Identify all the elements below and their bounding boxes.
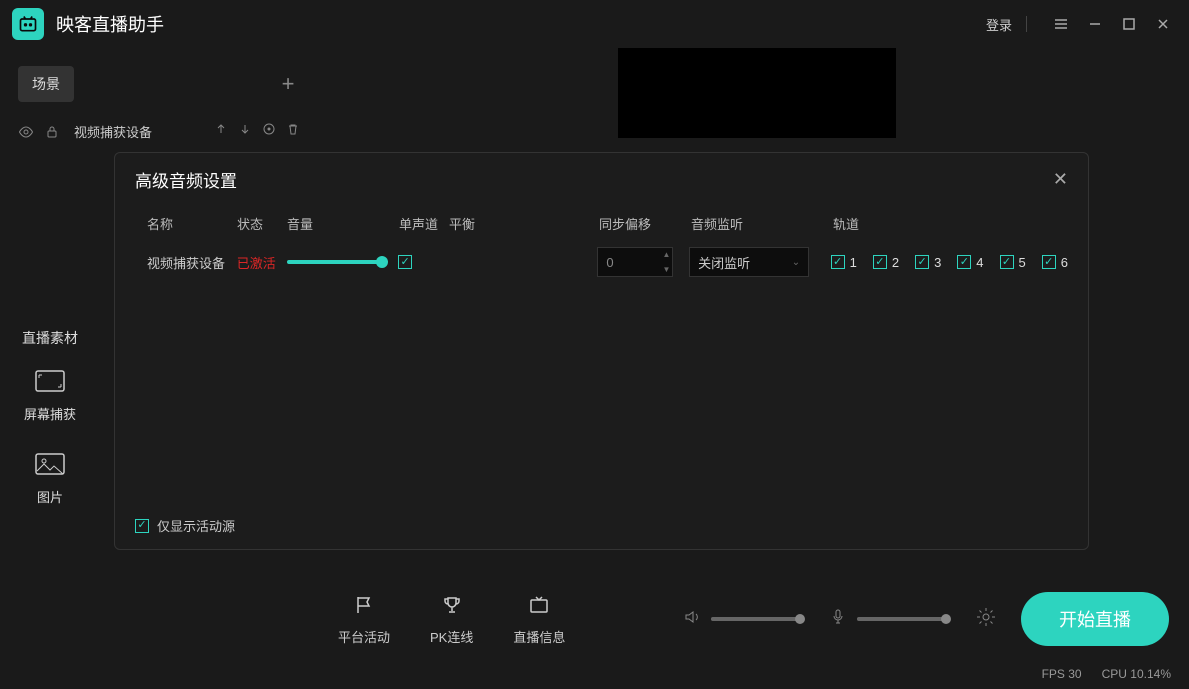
dialog-title: 高级音频设置 — [135, 167, 237, 192]
advanced-audio-dialog: 高级音频设置 ✕ 名称 状态 音量 单声道 平衡 同步偏移 音频监听 轨道 视频… — [114, 152, 1089, 550]
cpu-display: CPU 10.14% — [1102, 667, 1171, 681]
status-bar: FPS 30 CPU 10.14% — [0, 659, 1189, 689]
col-track: 轨道 — [833, 214, 859, 233]
maximize-button[interactable] — [1115, 10, 1143, 38]
bottom-toolbar: 平台活动 PK连线 直播信息 开始直播 — [318, 579, 1189, 659]
start-stream-button[interactable]: 开始直播 — [1021, 592, 1169, 646]
track-2-checkbox[interactable] — [873, 255, 887, 269]
scene-badge[interactable]: 场景 — [18, 66, 74, 102]
mic-volume[interactable] — [829, 608, 947, 631]
col-status: 状态 — [237, 214, 287, 233]
trophy-icon — [441, 593, 463, 617]
minimize-button[interactable] — [1081, 10, 1109, 38]
mic-icon — [829, 608, 847, 631]
col-name: 名称 — [147, 214, 237, 233]
source-name: 视频捕获设备 — [74, 122, 204, 141]
monitor-select[interactable]: 关闭监听 ⌄ — [689, 247, 809, 277]
move-up-icon[interactable] — [214, 122, 228, 141]
move-down-icon[interactable] — [238, 122, 252, 141]
mono-checkbox[interactable] — [398, 255, 412, 269]
dialog-columns: 名称 状态 音量 单声道 平衡 同步偏移 音频监听 轨道 — [115, 206, 1088, 233]
settings-button[interactable] — [975, 606, 997, 633]
sync-down-button[interactable]: ▼ — [659, 262, 673, 277]
pk-button[interactable]: PK连线 — [430, 593, 473, 646]
menu-button[interactable] — [1047, 10, 1075, 38]
login-button[interactable]: 登录 — [986, 15, 1012, 34]
col-sync: 同步偏移 — [599, 214, 691, 233]
add-scene-button[interactable]: + — [276, 71, 300, 97]
chevron-down-icon: ⌄ — [792, 257, 800, 268]
source-row[interactable]: 视频捕获设备 — [0, 114, 318, 149]
lock-icon[interactable] — [44, 125, 60, 139]
track-1-checkbox[interactable] — [831, 255, 845, 269]
col-monitor: 音频监听 — [691, 214, 833, 233]
col-volume: 音量 — [287, 214, 399, 233]
settings-icon[interactable] — [262, 122, 276, 141]
track-3-checkbox[interactable] — [915, 255, 929, 269]
stream-info-button[interactable]: 直播信息 — [513, 593, 565, 646]
materials-panel: 直播素材 屏幕捕获 图片 — [0, 328, 100, 534]
row-volume-slider[interactable] — [287, 260, 399, 264]
col-balance: 平衡 — [449, 214, 599, 233]
active-only-label: 仅显示活动源 — [157, 516, 235, 535]
fps-display: FPS 30 — [1042, 667, 1082, 681]
material-screen-capture[interactable]: 屏幕捕获 — [0, 368, 100, 423]
track-5-checkbox[interactable] — [1000, 255, 1014, 269]
delete-icon[interactable] — [286, 122, 300, 141]
flag-icon — [353, 593, 375, 617]
platform-activity-button[interactable]: 平台活动 — [338, 593, 390, 646]
app-logo — [12, 8, 44, 40]
sync-up-button[interactable]: ▲ — [659, 247, 673, 262]
track-4-checkbox[interactable] — [957, 255, 971, 269]
speaker-slider[interactable] — [711, 617, 801, 621]
active-only-checkbox[interactable] — [135, 519, 149, 533]
close-button[interactable] — [1149, 10, 1177, 38]
preview-canvas[interactable] — [618, 48, 896, 138]
track-6-checkbox[interactable] — [1042, 255, 1056, 269]
row-name: 视频捕获设备 — [147, 253, 237, 272]
speaker-icon — [683, 608, 701, 631]
col-mono: 单声道 — [399, 214, 449, 233]
material-image[interactable]: 图片 — [0, 451, 100, 506]
title-bar: 映客直播助手 登录 — [0, 0, 1189, 48]
dialog-close-button[interactable]: ✕ — [1053, 169, 1068, 190]
mic-slider[interactable] — [857, 617, 947, 621]
audio-source-row: 视频捕获设备 已激活 ▲ ▼ 关闭监听 ⌄ 1 2 3 4 — [115, 233, 1088, 277]
speaker-volume[interactable] — [683, 608, 801, 631]
divider — [1026, 16, 1027, 32]
track-checkboxes: 1 2 3 4 5 6 — [831, 255, 1068, 270]
screen-capture-icon — [34, 368, 66, 394]
app-title: 映客直播助手 — [56, 11, 164, 37]
visibility-icon[interactable] — [18, 124, 34, 140]
tv-icon — [528, 593, 550, 617]
materials-title: 直播素材 — [0, 328, 100, 348]
image-icon — [34, 451, 66, 477]
row-status: 已激活 — [237, 253, 287, 272]
